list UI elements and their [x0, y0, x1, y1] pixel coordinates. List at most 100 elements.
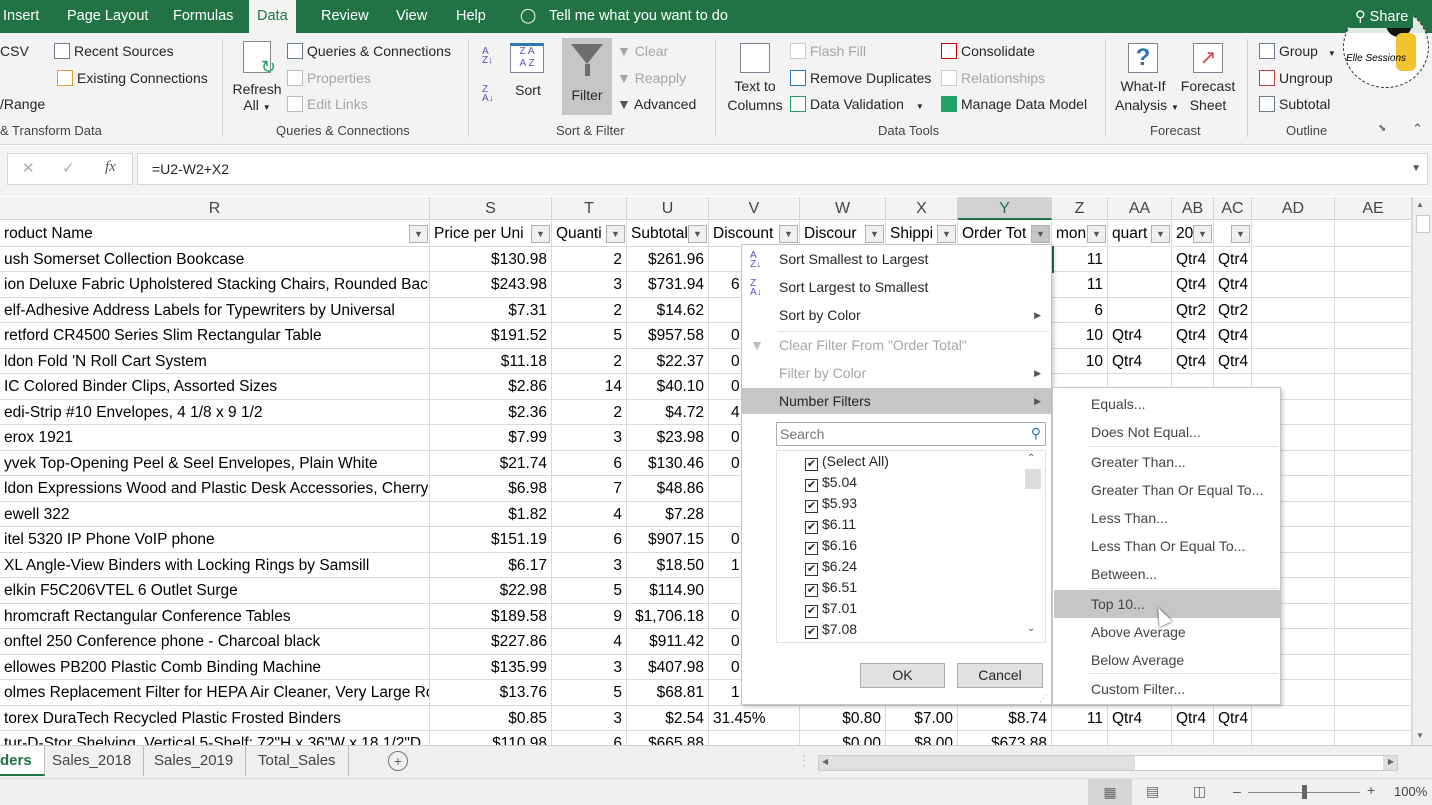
table-cell[interactable]: $22.98	[430, 578, 552, 604]
checkbox-checked-icon[interactable]: ✔	[805, 542, 818, 555]
table-header-cell[interactable]: Shippi ▼	[886, 221, 958, 247]
filter-dropdown-button[interactable]: ▼	[531, 225, 550, 243]
table-cell[interactable]: $7.00	[886, 705, 958, 731]
table-cell[interactable]: 3	[552, 705, 627, 731]
table-cell[interactable]: $189.58	[430, 603, 552, 629]
number-filter-less-than-or-equal-to[interactable]: Less Than Or Equal To...	[1054, 532, 1280, 560]
column-header-u[interactable]: U	[627, 197, 709, 220]
table-cell[interactable]	[1108, 731, 1172, 745]
empty-cell[interactable]	[1335, 323, 1412, 349]
table-header-cell[interactable]: roduct Name ▼	[0, 221, 430, 247]
consolidate-button[interactable]: Consolidate	[941, 43, 1035, 59]
scroll-down-icon[interactable]: ▼	[1416, 731, 1424, 740]
table-cell[interactable]: $0.85	[430, 705, 552, 731]
table-cell[interactable]: XL Angle-View Binders with Locking Rings…	[0, 552, 430, 578]
sort-button[interactable]: Z AA Z Sort	[510, 43, 546, 98]
table-cell[interactable]: Qtr2	[1172, 297, 1214, 323]
table-header-cell[interactable]: Price per Uni ▼	[430, 221, 552, 247]
horizontal-scrollbar[interactable]: ◀ ▶	[818, 755, 1398, 771]
clear-filter-item[interactable]: ▼ Clear Filter From "Order Total"	[742, 332, 1051, 359]
table-cell[interactable]: olmes Replacement Filter for HEPA Air Cl…	[0, 680, 430, 706]
table-cell[interactable]: Qtr4	[1172, 246, 1214, 272]
resize-grip-icon[interactable]: ⋰	[1039, 693, 1048, 704]
filter-value-item[interactable]: ✔ $6.16	[805, 537, 857, 555]
column-header-v[interactable]: V	[709, 197, 800, 220]
remove-duplicates-button[interactable]: Remove Duplicates	[790, 70, 931, 86]
empty-cell[interactable]	[1335, 348, 1412, 374]
vertical-scrollbar[interactable]: ▲ ▼	[1412, 197, 1432, 745]
table-header-cell[interactable]: mon ▼	[1052, 221, 1108, 247]
table-cell[interactable]: $1,706.18	[627, 603, 709, 629]
empty-cell[interactable]	[1335, 221, 1412, 247]
scroll-up-icon[interactable]: ▲	[1416, 200, 1424, 209]
table-header-cell[interactable]: Quanti ▼	[552, 221, 627, 247]
table-header-cell[interactable]: Discount ▼	[709, 221, 800, 247]
column-header-w[interactable]: W	[800, 197, 886, 220]
empty-cell[interactable]	[1335, 654, 1412, 680]
column-header-aa[interactable]: AA	[1108, 197, 1172, 220]
number-filter-does-not-equal[interactable]: Does Not Equal...	[1054, 418, 1280, 446]
empty-cell[interactable]	[1335, 476, 1412, 502]
table-cell[interactable]: Qtr4	[1172, 705, 1214, 731]
table-cell[interactable]: Qtr4	[1214, 246, 1252, 272]
tab-data[interactable]: Data	[249, 0, 296, 33]
number-filter-equals[interactable]: Equals...	[1054, 390, 1280, 418]
filter-button[interactable]: Filter	[562, 38, 612, 115]
table-cell[interactable]: $23.98	[627, 425, 709, 451]
number-filter-less-than[interactable]: Less Than...	[1054, 504, 1280, 532]
table-cell[interactable]	[1172, 731, 1214, 745]
empty-cell[interactable]	[1335, 603, 1412, 629]
list-scroll-thumb[interactable]	[1025, 469, 1041, 489]
table-cell[interactable]	[1108, 297, 1172, 323]
filter-dropdown-button[interactable]: ▼	[1231, 225, 1250, 243]
tab-view[interactable]: View	[393, 0, 430, 33]
table-cell[interactable]: itel 5320 IP Phone VoIP phone	[0, 527, 430, 553]
table-cell[interactable]: $48.86	[627, 476, 709, 502]
filter-value-item[interactable]: ✔ $6.51	[805, 579, 857, 597]
table-cell[interactable]: $68.81	[627, 680, 709, 706]
enter-formula-button[interactable]: ✓	[62, 159, 75, 177]
add-sheet-icon[interactable]: +	[388, 751, 408, 771]
table-cell[interactable]: $907.15	[627, 527, 709, 553]
column-header-r[interactable]: R	[0, 197, 430, 220]
table-cell[interactable]: 2	[552, 399, 627, 425]
checkbox-checked-icon[interactable]: ✔	[805, 521, 818, 534]
table-cell[interactable]: 11	[1052, 272, 1108, 298]
table-cell[interactable]: $22.37	[627, 348, 709, 374]
table-cell[interactable]: $7.99	[430, 425, 552, 451]
table-cell[interactable]	[1108, 246, 1172, 272]
share-button[interactable]: ⚲ Share	[1350, 6, 1414, 28]
dialog-launcher-icon[interactable]: ⬊	[1378, 123, 1386, 134]
advanced-filter-button[interactable]: ▼ Advanced	[617, 96, 696, 112]
table-cell[interactable]: Qtr4	[1214, 348, 1252, 374]
table-cell[interactable]: $2.54	[627, 705, 709, 731]
insert-function-button[interactable]: fx	[105, 159, 116, 176]
table-cell[interactable]: $1.82	[430, 501, 552, 527]
filter-by-color-item[interactable]: Filter by Color ▶	[742, 360, 1051, 387]
sheet-tab-total-sales[interactable]: Total_Sales	[246, 746, 349, 776]
filter-dropdown-button[interactable]: ▼	[937, 225, 956, 243]
vertical-scroll-thumb[interactable]	[1416, 215, 1430, 233]
table-cell[interactable]: $40.10	[627, 374, 709, 400]
filter-dropdown-button[interactable]: ▼	[865, 225, 884, 243]
table-cell[interactable]: tur-D-Stor Shelving, Vertical 5-Shelf: 7…	[0, 731, 430, 745]
table-cell[interactable]: ion Deluxe Fabric Upholstered Stacking C…	[0, 272, 430, 298]
table-header-cell[interactable]: Order Tot ▼	[958, 221, 1052, 247]
table-cell[interactable]: torex DuraTech Recycled Plastic Frosted …	[0, 705, 430, 731]
table-cell[interactable]: $261.96	[627, 246, 709, 272]
filter-dropdown-button[interactable]: ▼	[606, 225, 625, 243]
scroll-left-icon[interactable]: ◀	[822, 757, 828, 766]
empty-cell[interactable]	[1335, 705, 1412, 731]
flash-fill-button[interactable]: Flash Fill	[790, 43, 866, 59]
filter-value-item[interactable]: ✔ $6.11	[805, 516, 856, 534]
table-cell[interactable]: $18.50	[627, 552, 709, 578]
table-cell[interactable]: 2	[552, 297, 627, 323]
checkbox-checked-icon[interactable]: ✔	[805, 500, 818, 513]
table-cell[interactable]: $130.46	[627, 450, 709, 476]
table-cell[interactable]: $4.72	[627, 399, 709, 425]
filter-dropdown-button[interactable]: ▼	[1031, 225, 1050, 243]
table-cell[interactable]: 6	[552, 450, 627, 476]
table-cell[interactable]: 10	[1052, 348, 1108, 374]
table-cell[interactable]: Qtr4	[1214, 323, 1252, 349]
filter-value-item[interactable]: ✔ (Select All)	[805, 453, 889, 471]
